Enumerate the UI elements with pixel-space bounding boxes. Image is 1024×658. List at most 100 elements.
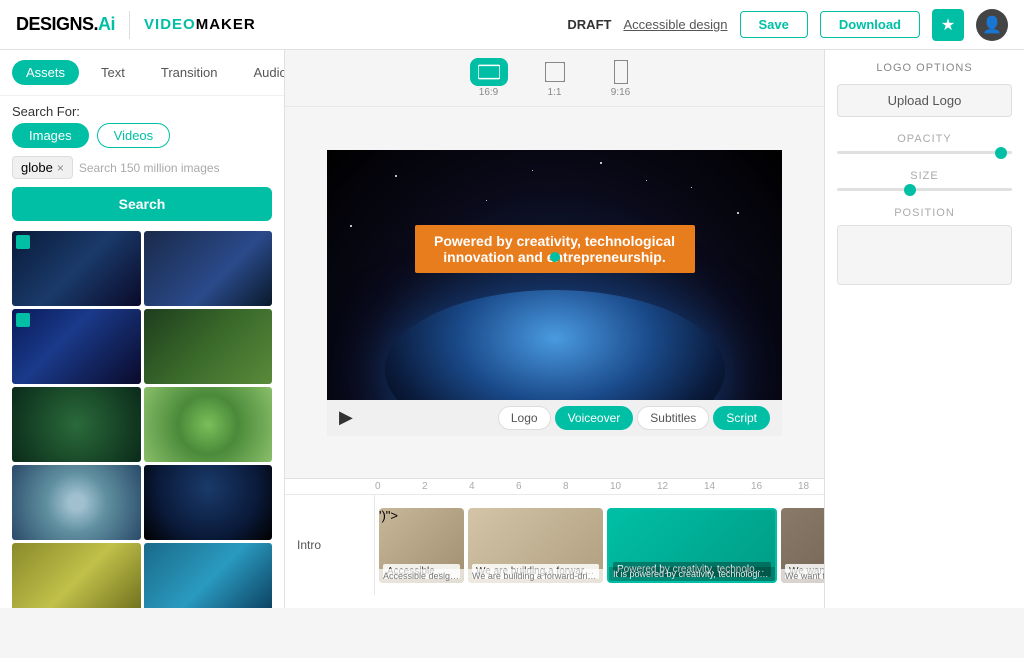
timeline-area: 0 2 4 6 8 10 12 14 16 18 Intro ')"> bbox=[285, 478, 824, 608]
app-prefix: VIDEO bbox=[144, 16, 196, 33]
app-header: DESIGNS.Ai VIDEOMAKER DRAFT Accessible d… bbox=[0, 0, 1024, 50]
tab-assets[interactable]: Assets bbox=[12, 60, 79, 85]
format-1-1-label: 1:1 bbox=[548, 87, 562, 98]
draft-status: DRAFT bbox=[567, 17, 611, 32]
star-icon: ★ bbox=[941, 15, 955, 35]
search-bar: globe × Search 150 million images bbox=[0, 156, 284, 187]
image-item[interactable] bbox=[12, 231, 141, 306]
type-images-button[interactable]: Images bbox=[12, 123, 89, 148]
image-item[interactable] bbox=[144, 465, 273, 540]
header-right: DRAFT Accessible design Save Download ★ … bbox=[567, 9, 1008, 41]
tab-transition[interactable]: Transition bbox=[147, 60, 232, 85]
format-9-16[interactable]: 9:16 bbox=[602, 58, 640, 98]
play-button[interactable]: ▶ bbox=[339, 407, 353, 428]
logo-divider bbox=[129, 11, 130, 39]
sidebar: Assets Text Transition Audio Search For:… bbox=[0, 50, 285, 608]
image-item[interactable] bbox=[12, 309, 141, 384]
control-tabs: Logo Voiceover Subtitles Script bbox=[498, 406, 770, 430]
position-section: POSITION bbox=[837, 207, 1012, 285]
timeline-clip-4[interactable]: We want to help passive creat... We want… bbox=[781, 508, 824, 583]
image-item[interactable] bbox=[12, 465, 141, 540]
image-item[interactable] bbox=[12, 387, 141, 462]
avatar-button[interactable]: 👤 bbox=[976, 9, 1008, 41]
format-16-9-label: 16:9 bbox=[479, 87, 498, 98]
app-name: VIDEOMAKER bbox=[144, 16, 256, 33]
favorite-button[interactable]: ★ bbox=[932, 9, 964, 41]
save-button[interactable]: Save bbox=[740, 11, 808, 38]
upload-logo-button[interactable]: Upload Logo bbox=[837, 84, 1012, 117]
timeline-clips: ')"> Accessible ... Accessible design ..… bbox=[375, 495, 824, 595]
search-tag: globe × bbox=[12, 156, 73, 179]
opacity-slider[interactable] bbox=[837, 151, 1012, 154]
search-for-label: Search For: bbox=[0, 96, 284, 123]
selection-handle[interactable] bbox=[550, 252, 560, 262]
timeline-clip-3[interactable]: Powered by creativity, technological inn… bbox=[607, 508, 777, 583]
ruler-mark: 4 bbox=[469, 481, 516, 492]
logo-text: DESIGNS. bbox=[16, 14, 98, 34]
logo-tab[interactable]: Logo bbox=[498, 406, 551, 430]
format-1-1[interactable]: 1:1 bbox=[536, 58, 574, 98]
logo-ai: Ai bbox=[98, 14, 115, 34]
timeline-ruler: 0 2 4 6 8 10 12 14 16 18 bbox=[285, 479, 824, 495]
ruler-mark: 16 bbox=[751, 481, 798, 492]
search-button[interactable]: Search bbox=[12, 187, 272, 221]
logo: DESIGNS.Ai bbox=[16, 14, 115, 35]
ruler-mark: 8 bbox=[563, 481, 610, 492]
video-container: Powered by creativity, technological inn… bbox=[327, 150, 782, 436]
logo-options-title: LOGO OPTIONS bbox=[837, 62, 1012, 74]
subtitles-tab[interactable]: Subtitles bbox=[637, 406, 709, 430]
video-overlay-text: Powered by creativity, technological inn… bbox=[415, 225, 695, 273]
timeline-tracks: Intro ')"> Accessible ... Accessible des… bbox=[285, 495, 824, 595]
search-type-buttons: Images Videos bbox=[0, 123, 284, 156]
search-tag-close[interactable]: × bbox=[57, 161, 64, 175]
image-item[interactable] bbox=[12, 543, 141, 608]
timeline-clip-1[interactable]: ')"> Accessible ... Accessible design ..… bbox=[379, 508, 464, 583]
ruler-mark: 2 bbox=[422, 481, 469, 492]
position-label: POSITION bbox=[837, 207, 1012, 219]
main-layout: Assets Text Transition Audio Search For:… bbox=[0, 50, 1024, 608]
image-item[interactable] bbox=[144, 387, 273, 462]
ruler-mark: 10 bbox=[610, 481, 657, 492]
search-placeholder: Search 150 million images bbox=[79, 161, 220, 175]
user-icon: 👤 bbox=[982, 15, 1002, 35]
size-thumb[interactable] bbox=[904, 184, 916, 196]
script-tab[interactable]: Script bbox=[713, 406, 770, 430]
ruler-mark: 6 bbox=[516, 481, 563, 492]
opacity-label: OPACITY bbox=[837, 133, 1012, 145]
clip-sublabel: Accessible design ... bbox=[379, 569, 464, 583]
track-label: Intro bbox=[285, 495, 375, 595]
center-panel: 16:9 1:1 9:16 bbox=[285, 50, 824, 608]
size-slider[interactable] bbox=[837, 188, 1012, 191]
format-16-9-icon bbox=[470, 58, 508, 86]
size-label: SIZE bbox=[837, 170, 1012, 182]
format-16-9[interactable]: 16:9 bbox=[470, 58, 508, 98]
video-area: Powered by creativity, technological inn… bbox=[285, 107, 824, 478]
tab-audio[interactable]: Audio bbox=[239, 60, 285, 85]
tab-text[interactable]: Text bbox=[87, 60, 139, 85]
ruler-mark: 12 bbox=[657, 481, 704, 492]
ruler-mark: 0 bbox=[375, 481, 422, 492]
ruler-mark: 18 bbox=[798, 481, 824, 492]
image-item[interactable] bbox=[144, 543, 273, 608]
timeline-clip-2[interactable]: We are building a forward-driven cr... W… bbox=[468, 508, 603, 583]
voiceover-tab[interactable]: Voiceover bbox=[555, 406, 634, 430]
download-button[interactable]: Download bbox=[820, 11, 920, 38]
accessible-design-link[interactable]: Accessible design bbox=[623, 17, 727, 32]
clip-sublabel: We are building a forward-driven creativ… bbox=[468, 569, 603, 583]
clip-sublabel: We want to help passionate creatives and… bbox=[781, 569, 824, 583]
video-controls: ▶ Logo Voiceover Subtitles Script bbox=[327, 400, 782, 436]
ruler-mark: 14 bbox=[704, 481, 751, 492]
type-videos-button[interactable]: Videos bbox=[97, 123, 171, 148]
image-item[interactable] bbox=[144, 309, 273, 384]
search-tag-text: globe bbox=[21, 160, 53, 175]
format-9-16-icon bbox=[602, 58, 640, 86]
opacity-thumb[interactable] bbox=[995, 147, 1007, 159]
position-box[interactable] bbox=[837, 225, 1012, 285]
format-9-16-label: 9:16 bbox=[611, 87, 630, 98]
track-label-text: Intro bbox=[297, 538, 321, 552]
opacity-section: OPACITY bbox=[837, 133, 1012, 158]
image-item[interactable] bbox=[144, 231, 273, 306]
format-bar: 16:9 1:1 9:16 bbox=[285, 50, 824, 107]
sidebar-tabs: Assets Text Transition Audio bbox=[0, 50, 284, 96]
size-section: SIZE bbox=[837, 170, 1012, 195]
